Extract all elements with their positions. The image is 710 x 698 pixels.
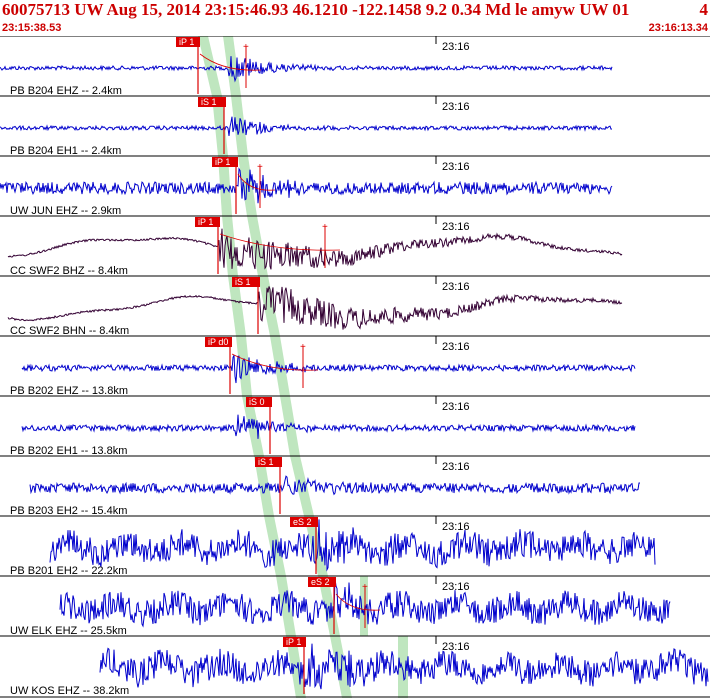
phase-pick-label: iS 0 xyxy=(249,397,265,407)
phase-pick-label: iS 1 xyxy=(201,97,217,107)
coda-plus-icon: + xyxy=(300,342,306,353)
coda-plus-icon: + xyxy=(322,222,328,233)
event-summary-extra: 4 xyxy=(699,0,709,19)
station-label: PB B204 EH1 -- 2.4km xyxy=(10,145,121,157)
station-label: PB B201 EH2 -- 22.2km xyxy=(10,565,127,577)
minute-label: 23:16 xyxy=(442,401,470,413)
station-label: PB B202 EHZ -- 13.8km xyxy=(10,385,128,397)
minute-label: 23:16 xyxy=(442,281,470,293)
minute-label: 23:16 xyxy=(442,221,470,233)
minute-label: 23:16 xyxy=(442,581,470,593)
phase-pick-label: iP 1 xyxy=(286,637,301,647)
phase-pick-label: iS 1 xyxy=(258,457,274,467)
station-label: PB B204 EHZ -- 2.4km xyxy=(10,85,122,97)
pick-window-band xyxy=(198,36,222,96)
phase-pick-label: iP d0 xyxy=(208,337,228,347)
station-label: CC SWF2 BHN -- 8.4km xyxy=(10,325,129,337)
phase-pick-label: iP 1 xyxy=(179,37,194,47)
coda-plus-icon: + xyxy=(362,582,368,593)
coda-plus-icon: + xyxy=(243,42,249,53)
station-label: UW JUN EHZ -- 2.9km xyxy=(10,205,121,217)
minute-label: 23:16 xyxy=(442,341,470,353)
seismogram-panel[interactable]: 23:16 23:16 23:16 23:16 23:16 23:16 23:16 23:16… xyxy=(0,36,710,698)
window-start-time: 23:15:38.53 xyxy=(2,22,62,34)
trace-group: iP 1 + PB B204 EHZ -- 2.4km iS 1 PB B204 EH1… xyxy=(0,37,709,697)
minute-label: 23:16 xyxy=(442,461,470,473)
coda-curve xyxy=(219,233,341,251)
waveform-trace[interactable] xyxy=(7,286,623,330)
window-end-time: 23:16:13.34 xyxy=(648,22,708,34)
waveform-trace[interactable] xyxy=(49,519,656,572)
minute-label: 23:16 xyxy=(442,641,470,653)
phase-pick-label: eS 2 xyxy=(311,577,330,587)
waveform-trace[interactable] xyxy=(29,475,640,496)
waveform-trace[interactable] xyxy=(0,116,613,136)
waveform-trace[interactable] xyxy=(0,56,613,83)
station-label: PB B202 EH1 -- 13.8km xyxy=(10,445,127,457)
station-label: UW KOS EHZ -- 38.2km xyxy=(10,685,129,697)
pick-window-band xyxy=(290,456,314,516)
phase-pick-label: iS 1 xyxy=(235,277,251,287)
event-summary-title: 60075713 UW Aug 15, 2014 23:15:46.93 46.… xyxy=(2,0,630,19)
event-header: 60075713 UW Aug 15, 2014 23:15:46.93 46.… xyxy=(0,0,710,36)
minute-label: 23:16 xyxy=(442,161,470,173)
pick-window-band xyxy=(270,336,290,396)
pick-window-band xyxy=(258,276,280,336)
station-label: CC SWF2 BHZ -- 8.4km xyxy=(10,265,128,277)
waveform-trace[interactable] xyxy=(7,228,623,270)
pick-window-band xyxy=(264,516,286,576)
minute-label: 23:16 xyxy=(442,101,470,113)
phase-pick-label: iP 1 xyxy=(198,217,213,227)
waveform-trace[interactable] xyxy=(21,414,636,439)
pick-window-band xyxy=(223,36,241,96)
station-label: UW ELK EHZ -- 25.5km xyxy=(10,625,127,637)
phase-pick-label: iP 1 xyxy=(215,157,230,167)
coda-plus-icon: + xyxy=(257,162,263,173)
station-label: PB B203 EH2 -- 15.4km xyxy=(10,505,127,517)
waveform-trace[interactable] xyxy=(0,167,613,204)
waveform-trace[interactable] xyxy=(21,354,636,384)
phase-pick-label: eS 2 xyxy=(293,517,312,527)
minute-label: 23:16 xyxy=(442,41,470,53)
